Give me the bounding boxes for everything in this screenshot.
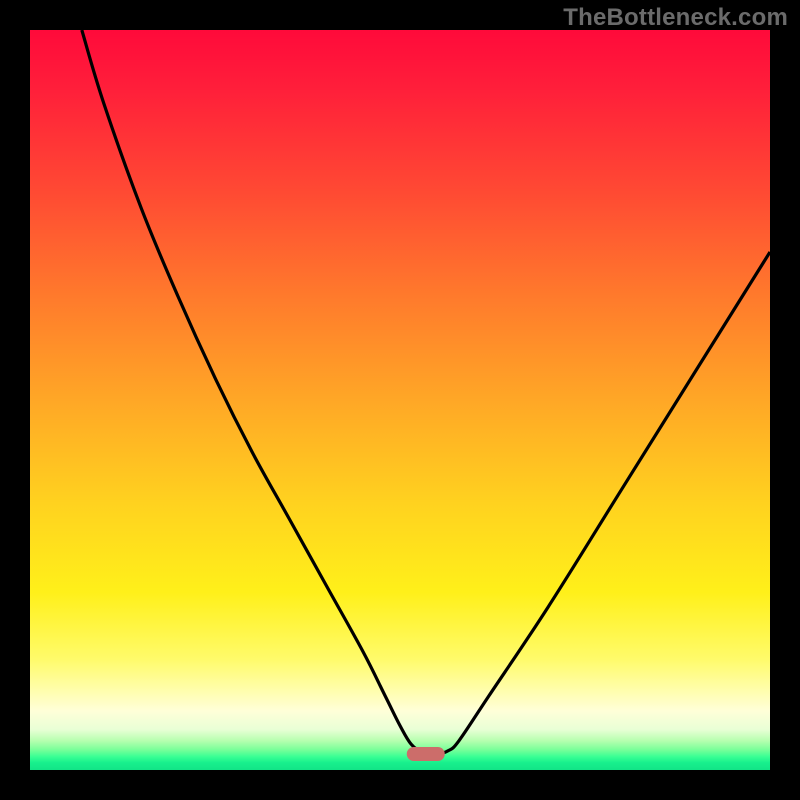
minimum-marker	[407, 747, 445, 761]
curve-path	[82, 30, 770, 754]
curve-svg	[30, 30, 770, 770]
plot-area	[30, 30, 770, 770]
chart-frame: TheBottleneck.com	[0, 0, 800, 800]
watermark-text: TheBottleneck.com	[563, 4, 788, 32]
